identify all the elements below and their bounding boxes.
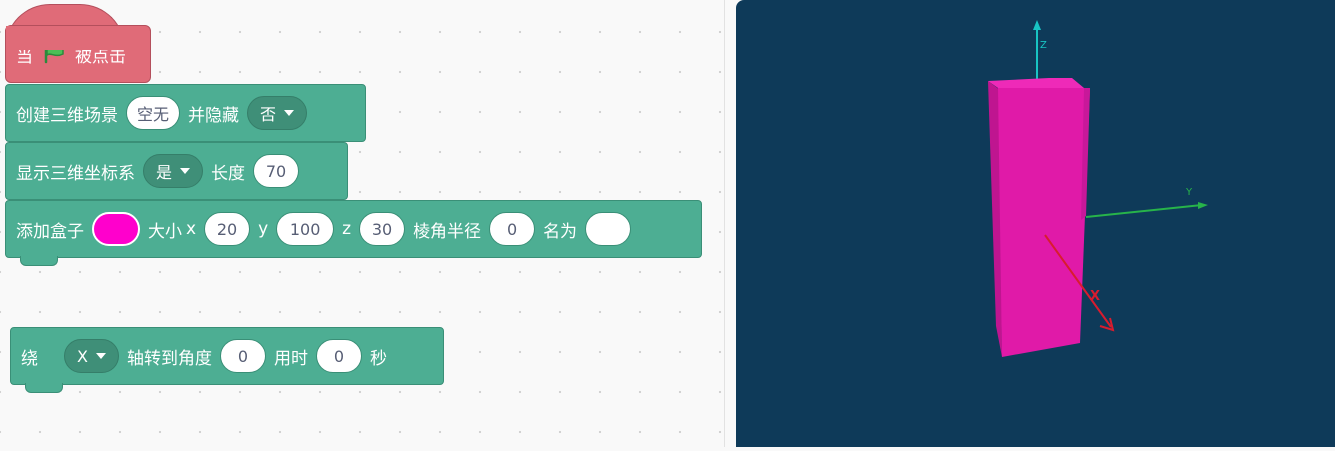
axis-dropdown-value: X: [77, 346, 88, 366]
length-input[interactable]: 70: [253, 154, 300, 188]
size-label: 大小: [148, 221, 182, 242]
rotate-around-axis-block[interactable]: 绕 X 轴转到角度 0 用时 0 秒: [10, 327, 444, 393]
y-axis-label: Y: [1185, 187, 1193, 198]
show-axes-dropdown[interactable]: 是: [143, 154, 204, 188]
add-box-block[interactable]: 添加盒子 大小 x 20 y 100 z 30 棱角半径 0 名为: [5, 200, 702, 266]
show-axes-dropdown-value: 是: [156, 163, 173, 182]
hide-label: 并隐藏: [188, 105, 240, 126]
y-axis-arrow: [1198, 202, 1208, 209]
create-3d-scene-block[interactable]: 创建三维场景 空无 并隐藏 否: [5, 84, 366, 142]
y-axis-line: [1085, 204, 1203, 218]
corner-radius-label: 棱角半径: [413, 221, 482, 242]
z-axis-label: Z: [1040, 40, 1047, 51]
axis-dropdown[interactable]: X: [64, 339, 119, 373]
length-label: 长度: [211, 163, 246, 184]
block-notch: [20, 256, 58, 266]
caret-down-icon: [180, 168, 191, 174]
z-axis-arrow: [1033, 20, 1041, 30]
seconds-label: 秒: [369, 348, 387, 369]
time-input[interactable]: 0: [315, 339, 362, 373]
3d-scene-canvas: Z Y X: [988, 20, 1208, 357]
around-label: 绕: [21, 348, 38, 369]
hide-dropdown[interactable]: 否: [247, 96, 308, 130]
corner-radius-input[interactable]: 0: [489, 212, 536, 246]
caret-down-icon: [95, 353, 106, 359]
name-label: 名为: [543, 221, 578, 242]
time-label: 用时: [273, 348, 308, 369]
hat-cap-cover: [6, 26, 122, 50]
scene-input[interactable]: 空无: [126, 96, 181, 130]
size-y-input[interactable]: 100: [276, 212, 335, 246]
caret-down-icon: [284, 110, 295, 116]
angle-input[interactable]: 0: [219, 339, 266, 373]
y-label: y: [258, 219, 269, 239]
rotate-to-angle-label: 轴转到角度: [126, 348, 212, 369]
hide-dropdown-value: 否: [260, 105, 277, 124]
block-notch: [25, 383, 63, 393]
box-color-swatch[interactable]: [92, 212, 140, 246]
box-name-input[interactable]: [585, 212, 632, 246]
code-workspace[interactable]: 当 被点击 创建三维场景 空无 并隐藏 否 显示三维坐标系 是 长度 70 添加…: [0, 0, 725, 447]
x-label: x: [186, 219, 197, 239]
box-top-face: [988, 78, 1084, 88]
size-z-input[interactable]: 30: [359, 212, 406, 246]
size-x-input[interactable]: 20: [204, 212, 251, 246]
3d-stage[interactable]: Z Y X: [736, 0, 1335, 447]
add-box-label: 添加盒子: [16, 221, 84, 242]
create-scene-label: 创建三维场景: [16, 105, 118, 126]
show-3d-axes-block[interactable]: 显示三维坐标系 是 长度 70: [5, 142, 348, 200]
z-label: z: [342, 219, 352, 239]
show-axes-label: 显示三维坐标系: [16, 163, 135, 184]
box-front-face: [998, 88, 1090, 357]
x-axis-label: X: [1090, 289, 1100, 304]
